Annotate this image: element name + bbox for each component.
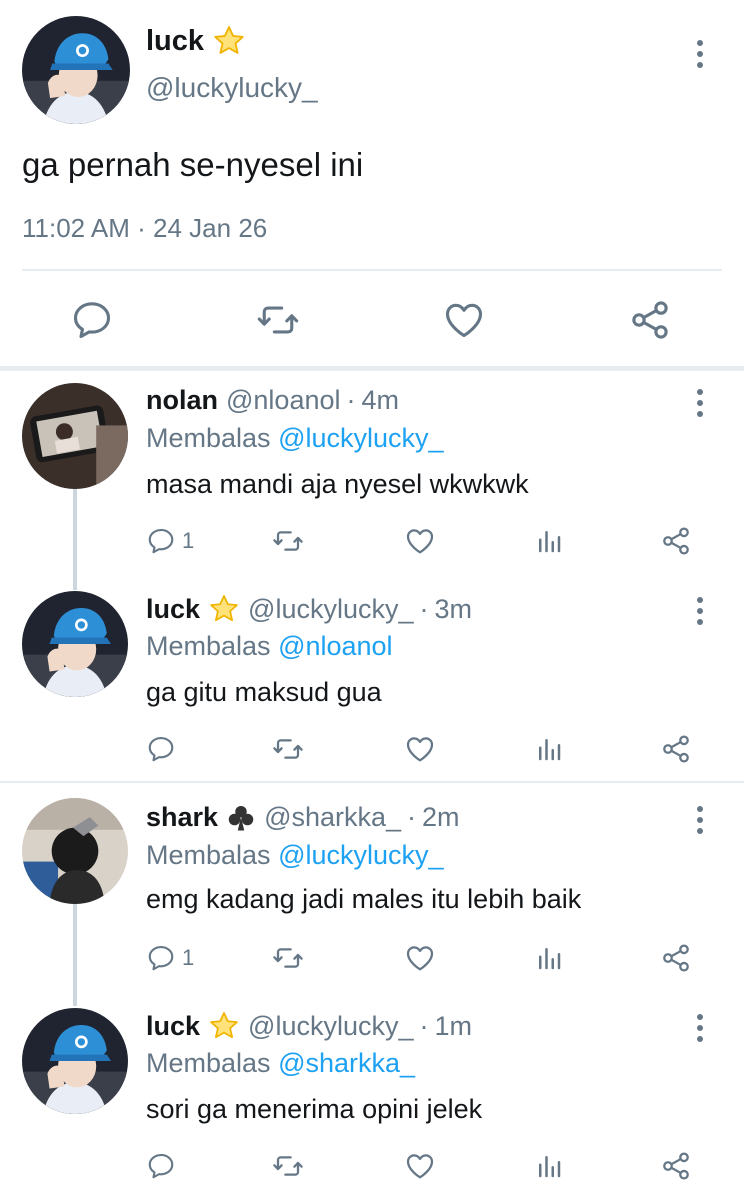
reply-icon <box>146 943 176 973</box>
reply-time: 2m <box>422 802 460 832</box>
stats-icon[interactable] <box>534 1148 564 1184</box>
reply-header: nolan @nloanol · 4m <box>146 385 399 416</box>
star-icon <box>208 1010 240 1042</box>
reply-time: 4m <box>361 385 400 415</box>
avatar[interactable] <box>22 1008 128 1114</box>
author-handle[interactable]: @nloanol <box>226 385 341 416</box>
replying-label: Membalas <box>146 840 271 870</box>
retweet-icon[interactable] <box>256 298 300 342</box>
avatar-image <box>22 1008 128 1114</box>
retweet-icon[interactable] <box>272 731 304 767</box>
author-handle[interactable]: @luckylucky_ <box>248 594 413 625</box>
share-icon[interactable] <box>628 298 672 342</box>
like-icon[interactable] <box>442 298 486 342</box>
avatar[interactable] <box>22 591 128 697</box>
reply-button[interactable]: 1 <box>146 523 194 559</box>
retweet-icon[interactable] <box>272 523 304 559</box>
replying-to: Membalas @nloanol <box>146 631 393 662</box>
stats-icon[interactable] <box>534 731 564 767</box>
reply-header: luck @luckylucky_ · 1m <box>146 1010 472 1042</box>
separator-dot: · <box>419 1010 429 1041</box>
author-handle[interactable]: @luckylucky_ <box>248 1011 413 1042</box>
replying-label: Membalas <box>146 631 271 661</box>
replying-label: Membalas <box>146 423 271 453</box>
retweet-icon[interactable] <box>272 1148 304 1184</box>
retweet-icon[interactable] <box>272 940 304 976</box>
reply-tweet[interactable]: shark @sharkka_ · 2m Membalas @luckyluck… <box>0 788 744 994</box>
more-options-icon[interactable] <box>690 387 710 419</box>
more-options-icon[interactable] <box>690 1012 710 1044</box>
like-icon[interactable] <box>404 731 436 767</box>
author-name[interactable]: luck <box>146 1011 200 1042</box>
replying-to: Membalas @sharkka_ <box>146 1048 415 1079</box>
share-icon[interactable] <box>660 731 692 767</box>
reply-tweet[interactable]: luck @luckylucky_ · 3m Membalas @nloanol… <box>0 579 744 781</box>
tweet-timestamp: 11:02 AM · 24 Jan 26 <box>22 213 268 243</box>
mention-link[interactable]: @sharkka_ <box>278 1048 415 1078</box>
author-name[interactable]: nolan <box>146 385 218 416</box>
main-tweet: luck @luckylucky_ ga pernah se-nyesel in… <box>0 0 744 366</box>
reply-button[interactable] <box>146 1148 176 1184</box>
avatar[interactable] <box>22 798 128 904</box>
replying-to: Membalas @luckylucky_ <box>146 423 444 454</box>
avatar-image <box>22 383 128 489</box>
separator-dot: · <box>346 385 356 415</box>
separator-dot: · <box>407 802 417 832</box>
like-icon[interactable] <box>404 940 436 976</box>
like-icon[interactable] <box>404 523 436 559</box>
avatar-image <box>22 798 128 904</box>
replying-to: Membalas @luckylucky_ <box>146 840 444 871</box>
divider <box>22 269 722 271</box>
share-icon[interactable] <box>660 523 692 559</box>
avatar-image <box>22 591 128 697</box>
stats-icon[interactable] <box>534 523 564 559</box>
reply-text: masa mandi aja nyesel wkwkwk <box>146 469 529 499</box>
reply-icon[interactable] <box>70 298 114 342</box>
author-name[interactable]: luck <box>146 594 200 625</box>
reply-button[interactable]: 1 <box>146 940 194 976</box>
author-name[interactable]: shark <box>146 802 218 833</box>
avatar[interactable] <box>22 383 128 489</box>
reply-time: 3m <box>434 593 473 624</box>
author-handle[interactable]: @luckylucky_ <box>146 72 318 104</box>
reply-text: ga gitu maksud gua <box>146 677 382 707</box>
share-icon[interactable] <box>660 1148 692 1184</box>
reply-text: emg kadang jadi males itu lebih baik <box>146 884 582 914</box>
more-options-icon[interactable] <box>690 595 710 627</box>
like-icon[interactable] <box>404 1148 436 1184</box>
avatar-image <box>22 16 130 124</box>
tweet-text: ga pernah se-nyesel ini <box>22 146 364 183</box>
author-name[interactable]: luck <box>146 24 246 58</box>
replying-label: Membalas <box>146 1048 271 1078</box>
author-handle[interactable]: @sharkka_ <box>264 802 401 833</box>
reply-header: shark @sharkka_ · 2m <box>146 802 460 833</box>
reply-text: sori ga menerima opini jelek <box>146 1094 483 1124</box>
reply-count: 1 <box>182 528 195 553</box>
reply-icon <box>146 526 176 556</box>
share-icon[interactable] <box>660 940 692 976</box>
mention-link[interactable]: @luckylucky_ <box>278 840 443 870</box>
reply-tweet[interactable]: luck @luckylucky_ · 1m Membalas @sharkka… <box>0 996 744 1200</box>
mention-link[interactable]: @nloanol <box>278 631 393 661</box>
reply-icon <box>146 1151 176 1181</box>
star-icon <box>208 593 240 625</box>
star-icon <box>212 24 246 58</box>
divider <box>0 781 744 783</box>
stats-icon[interactable] <box>534 940 564 976</box>
more-options-icon[interactable] <box>690 804 710 836</box>
more-options-icon[interactable] <box>690 38 710 70</box>
avatar[interactable] <box>22 16 130 124</box>
club-icon <box>226 803 256 833</box>
reply-count: 1 <box>182 945 195 970</box>
reply-time: 1m <box>434 1010 473 1041</box>
reply-icon <box>146 734 176 764</box>
reply-tweet[interactable]: nolan @nloanol · 4m Membalas @luckylucky… <box>0 371 744 579</box>
author-name-text[interactable]: luck <box>146 25 204 58</box>
separator-dot: · <box>419 593 429 624</box>
reply-header: luck @luckylucky_ · 3m <box>146 593 472 625</box>
reply-button[interactable] <box>146 731 176 767</box>
mention-link[interactable]: @luckylucky_ <box>278 423 443 453</box>
